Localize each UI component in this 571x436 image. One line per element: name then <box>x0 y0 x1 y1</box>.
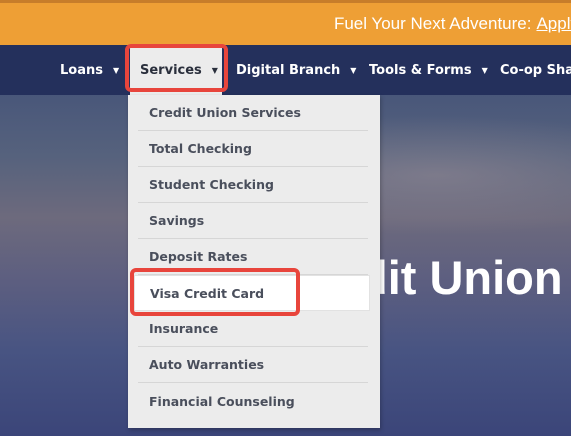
nav-item-coop-shared[interactable]: Co-op Shar <box>500 45 571 95</box>
main-nav: Loans ▼ Services ▼ Digital Branch ▼ Tool… <box>0 45 571 95</box>
nav-label: Co-op Shar <box>500 62 571 78</box>
nav-label: Services <box>140 62 202 78</box>
caret-down-icon: ▼ <box>112 65 120 75</box>
menu-item-deposit-rates[interactable]: Deposit Rates <box>138 239 368 275</box>
promo-apply-link[interactable]: Apply <box>536 14 571 34</box>
promo-text: Fuel Your Next Adventure: <box>333 14 532 33</box>
promo-banner: Fuel Your Next Adventure: Apply <box>0 3 571 45</box>
nav-item-tools-forms[interactable]: Tools & Forms ▼ <box>369 45 488 95</box>
nav-label: Digital Branch <box>236 62 341 78</box>
hero-title: dit Union <box>359 251 563 304</box>
menu-item-student-checking[interactable]: Student Checking <box>138 167 368 203</box>
caret-down-icon: ▼ <box>350 65 357 75</box>
nav-label: Tools & Forms <box>369 62 472 78</box>
menu-item-insurance[interactable]: Insurance <box>138 311 368 347</box>
menu-item-credit-union-services[interactable]: Credit Union Services <box>138 95 368 131</box>
nav-item-services[interactable]: Services ▼ <box>130 45 222 95</box>
caret-down-icon: ▼ <box>211 65 218 75</box>
nav-item-digital-branch[interactable]: Digital Branch ▼ <box>236 45 356 95</box>
menu-item-financial-counseling[interactable]: Financial Counseling <box>138 383 368 419</box>
menu-item-total-checking[interactable]: Total Checking <box>138 131 368 167</box>
services-dropdown-menu: Credit Union Services Total Checking Stu… <box>128 95 380 428</box>
menu-item-auto-warranties[interactable]: Auto Warranties <box>138 347 368 383</box>
nav-item-loans[interactable]: Loans ▼ <box>60 45 119 95</box>
menu-item-visa-credit-card[interactable]: Visa Credit Card <box>134 275 370 311</box>
nav-label: Loans <box>60 62 103 78</box>
caret-down-icon: ▼ <box>481 65 488 75</box>
menu-item-savings[interactable]: Savings <box>138 203 368 239</box>
